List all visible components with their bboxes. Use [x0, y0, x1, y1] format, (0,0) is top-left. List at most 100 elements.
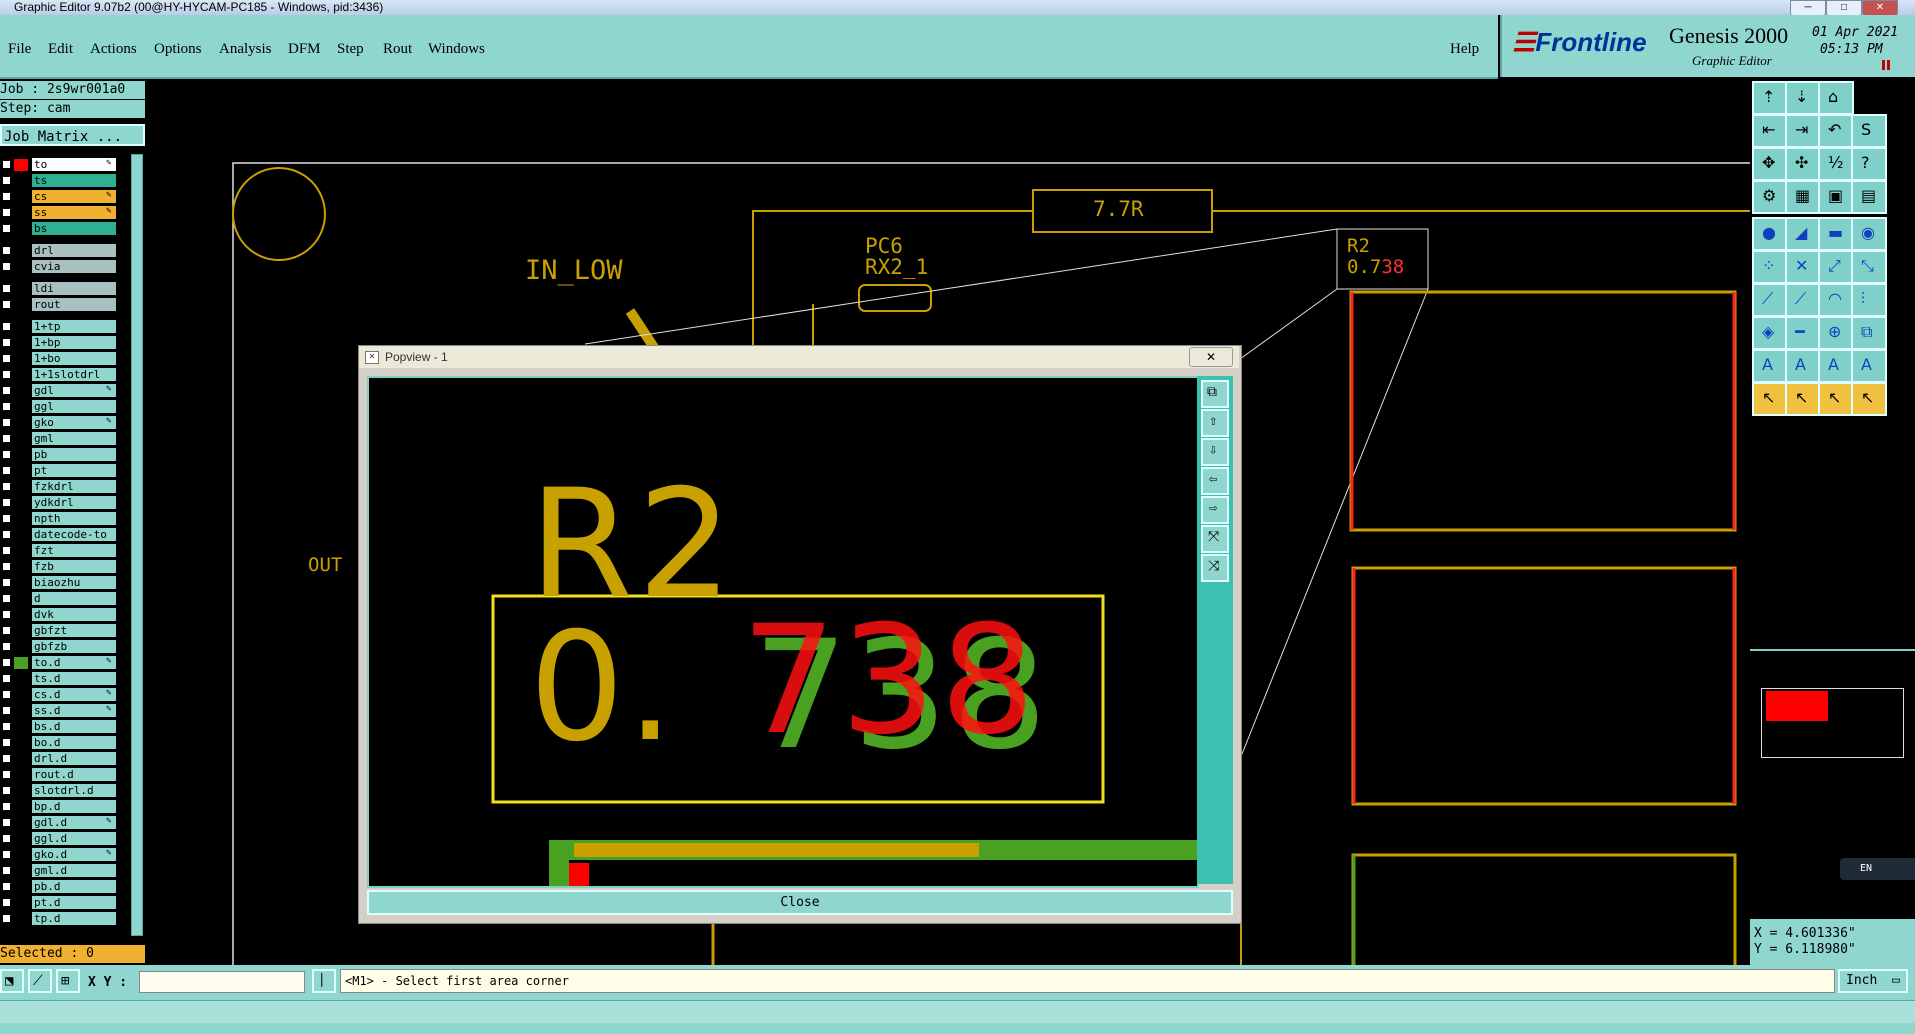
layer-row-ts[interactable]: ts — [0, 174, 145, 188]
layer-row-1+bo[interactable]: 1+bo — [0, 352, 145, 366]
layer-row-to.d[interactable]: to.d ✎ — [0, 656, 145, 670]
text-b-button[interactable]: A — [1785, 349, 1821, 383]
layer-visibility-checkbox[interactable] — [2, 434, 11, 443]
menu-edit[interactable]: Edit — [48, 41, 73, 58]
overview-map[interactable] — [1761, 688, 1904, 758]
layer-visibility-checkbox[interactable] — [2, 818, 11, 827]
layer-row-gdl[interactable]: gdl ✎ — [0, 384, 145, 398]
layer-visibility-checkbox[interactable] — [2, 354, 11, 363]
layer-visibility-checkbox[interactable] — [2, 514, 11, 523]
zoom-center-button[interactable]: ✣ — [1785, 147, 1821, 181]
menu-options[interactable]: Options — [154, 41, 202, 58]
layer-row-gko.d[interactable]: gko.d ✎ — [0, 848, 145, 862]
layer-row-cvia[interactable]: cvia — [0, 260, 145, 274]
layer-visibility-checkbox[interactable] — [2, 658, 11, 667]
cursor-toggle-button[interactable]: ⎸ — [312, 969, 336, 993]
delete-point-button[interactable]: ✕ — [1785, 250, 1821, 284]
layer-row-bp.d[interactable]: bp.d — [0, 800, 145, 814]
pointer-d-button[interactable]: ↖ — [1851, 382, 1887, 416]
layer-row-dvk[interactable]: dvk — [0, 608, 145, 622]
draw-curve-button[interactable]: ◠ — [1818, 283, 1854, 317]
select-circle-button[interactable]: ◉ — [1851, 217, 1887, 251]
popview-pan-right-button[interactable]: ⇨ — [1201, 496, 1229, 524]
layer-visibility-checkbox[interactable] — [2, 626, 11, 635]
job-matrix-button[interactable]: Job Matrix ... — [0, 124, 145, 146]
layer-visibility-checkbox[interactable] — [2, 322, 11, 331]
layer-visibility-checkbox[interactable] — [2, 530, 11, 539]
draw-line-button[interactable]: ⟋ — [1752, 283, 1788, 317]
layer-up-button[interactable]: ⇡ — [1752, 81, 1788, 115]
grid-button[interactable]: ⊞ — [56, 969, 80, 993]
menu-dfm[interactable]: DFM — [288, 41, 321, 58]
layer-row-gbfzb[interactable]: gbfzb — [0, 640, 145, 654]
layer-row-pt.d[interactable]: pt.d — [0, 896, 145, 910]
menu-help[interactable]: Help — [1450, 41, 1479, 58]
popview-pan-down-button[interactable]: ⇩ — [1201, 438, 1229, 466]
layer-row-gml.d[interactable]: gml.d — [0, 864, 145, 878]
maximize-button[interactable]: □ — [1826, 0, 1862, 16]
layer-visibility-checkbox[interactable] — [2, 176, 11, 185]
highlight-b-button[interactable]: ▤ — [1851, 180, 1887, 214]
layer-row-cs[interactable]: cs ✎ — [0, 190, 145, 204]
layer-row-gdl.d[interactable]: gdl.d ✎ — [0, 816, 145, 830]
layer-visibility-checkbox[interactable] — [2, 246, 11, 255]
layer-visibility-checkbox[interactable] — [2, 674, 11, 683]
layer-row-ydkdrl[interactable]: ydkdrl — [0, 496, 145, 510]
layer-row-rout[interactable]: rout — [0, 298, 145, 312]
layer-visibility-checkbox[interactable] — [2, 482, 11, 491]
layer-visibility-checkbox[interactable] — [2, 850, 11, 859]
layer-row-to[interactable]: to ✎ — [0, 158, 145, 172]
popview-close-x-button[interactable]: ✕ — [1189, 347, 1233, 367]
layer-visibility-checkbox[interactable] — [2, 208, 11, 217]
scale-1-2-button[interactable]: ½ — [1818, 147, 1854, 181]
popview-zoom-fit-button[interactable]: ⧉ — [1201, 380, 1229, 408]
layer-visibility-checkbox[interactable] — [2, 594, 11, 603]
layer-row-drl.d[interactable]: drl.d — [0, 752, 145, 766]
add-line-button[interactable]: ━ — [1785, 316, 1821, 350]
layer-visibility-checkbox[interactable] — [2, 898, 11, 907]
layer-visibility-checkbox[interactable] — [2, 402, 11, 411]
text-c-button[interactable]: A — [1818, 349, 1854, 383]
home-button[interactable]: ⌂ — [1818, 81, 1854, 115]
layer-row-bs.d[interactable]: bs.d — [0, 720, 145, 734]
layer-visibility-checkbox[interactable] — [2, 578, 11, 587]
add-pad-button[interactable]: ◈ — [1752, 316, 1788, 350]
layer-row-pt[interactable]: pt — [0, 464, 145, 478]
layer-row-fzkdrl[interactable]: fzkdrl — [0, 480, 145, 494]
layer-row-1+tp[interactable]: 1+tp — [0, 320, 145, 334]
layer-visibility-checkbox[interactable] — [2, 466, 11, 475]
layer-row-tp.d[interactable]: tp.d — [0, 912, 145, 926]
menu-file[interactable]: File — [8, 41, 31, 58]
layer-visibility-checkbox[interactable] — [2, 882, 11, 891]
popview-zoom-out-button[interactable]: ⤨ — [1201, 554, 1229, 582]
layer-row-cs.d[interactable]: cs.d ✎ — [0, 688, 145, 702]
menu-windows[interactable]: Windows — [428, 41, 485, 58]
minimize-button[interactable]: ─ — [1790, 0, 1826, 16]
pause-icon[interactable] — [1882, 60, 1890, 70]
layer-row-gml[interactable]: gml — [0, 432, 145, 446]
select-polygon-button[interactable]: ◢ — [1785, 217, 1821, 251]
layer-visibility-checkbox[interactable] — [2, 192, 11, 201]
move-feature-button[interactable]: ⤢ — [1818, 250, 1854, 284]
layer-row-fzt[interactable]: fzt — [0, 544, 145, 558]
zoom-area-button[interactable]: ⬔ — [0, 969, 24, 993]
grid-toggle-button[interactable]: ▦ — [1785, 180, 1821, 214]
add-point-button[interactable]: ⁘ — [1752, 250, 1788, 284]
layer-row-pb[interactable]: pb — [0, 448, 145, 462]
layer-visibility-checkbox[interactable] — [2, 834, 11, 843]
layer-visibility-checkbox[interactable] — [2, 770, 11, 779]
close-window-button[interactable]: ✕ — [1862, 0, 1898, 16]
snap-button[interactable]: S — [1851, 114, 1887, 148]
layer-row-pb.d[interactable]: pb.d — [0, 880, 145, 894]
layer-visibility-checkbox[interactable] — [2, 160, 11, 169]
pointer-b-button[interactable]: ↖ — [1785, 382, 1821, 416]
layer-visibility-checkbox[interactable] — [2, 914, 11, 923]
layer-visibility-checkbox[interactable] — [2, 418, 11, 427]
layer-row-ldi[interactable]: ldi — [0, 282, 145, 296]
popview-zoom-in-button[interactable]: ⤧ — [1201, 525, 1229, 553]
layer-row-ss[interactable]: ss ✎ — [0, 206, 145, 220]
layer-list-scrollbar[interactable] — [131, 154, 143, 936]
menu-rout[interactable]: Rout — [383, 41, 412, 58]
popview-pan-up-button[interactable]: ⇧ — [1201, 409, 1229, 437]
layer-row-ggl.d[interactable]: ggl.d — [0, 832, 145, 846]
